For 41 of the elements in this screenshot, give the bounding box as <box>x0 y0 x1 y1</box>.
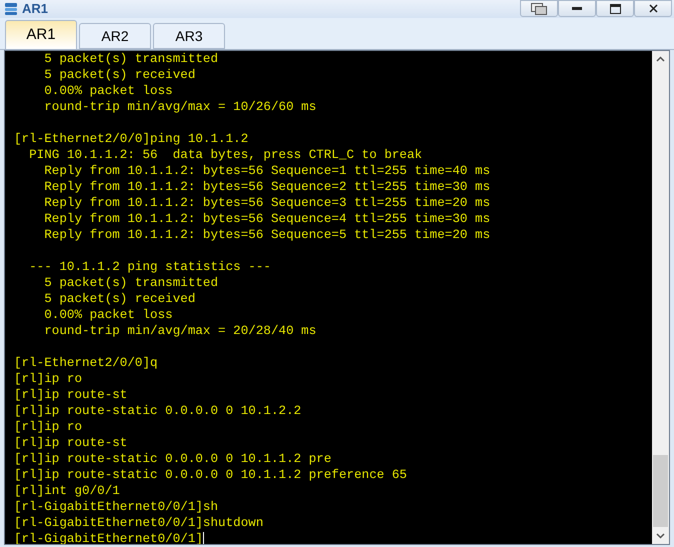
terminal-line: 5 packet(s) received <box>43 291 196 307</box>
window-title: AR1 <box>22 0 48 18</box>
terminal-line: PING 10.1.1.2: 56 data bytes, press CTRL_C to break <box>28 147 422 163</box>
terminal-line: [rl-Ethernet2/0/0]q <box>14 355 158 371</box>
maximize-button[interactable] <box>596 0 634 17</box>
terminal-line: Reply from 10.1.1.2: bytes=56 Sequence=4 ttl=255 time=30 ms <box>43 211 490 227</box>
restore-button[interactable] <box>520 0 558 17</box>
terminal-line: round-trip min/avg/max = 20/28/40 ms <box>43 323 316 339</box>
terminal-line: [rl]ip ro <box>14 419 82 435</box>
terminal-line: Reply from 10.1.1.2: bytes=56 Sequence=3 ttl=255 time=20 ms <box>43 195 490 211</box>
terminal-line: Reply from 10.1.1.2: bytes=56 Sequence=5 ttl=255 time=20 ms <box>43 227 490 243</box>
terminal-line: [rl]int g0/0/1 <box>14 483 120 499</box>
terminal-line: 0.00% packet loss <box>43 307 173 323</box>
terminal-line: [rl]ip route-st <box>14 435 128 451</box>
tab[interactable]: AR1 <box>5 20 77 49</box>
terminal-line: round-trip min/avg/max = 10/26/60 ms <box>43 99 316 115</box>
terminal-line: 5 packet(s) transmitted <box>43 275 218 291</box>
maximize-icon <box>610 4 620 14</box>
minimize-icon <box>572 7 582 10</box>
terminal-line: [rl-Ethernet2/0/0]ping 10.1.1.2 <box>14 131 248 147</box>
terminal-line: 0.00% packet loss <box>43 83 173 99</box>
terminal-line: Reply from 10.1.1.2: bytes=56 Sequence=1 ttl=255 time=40 ms <box>43 163 490 179</box>
app-icon <box>4 2 18 16</box>
terminal-line: [rl]ip route-static 0.0.0.0 0 10.1.1.2 pre <box>14 451 332 467</box>
terminal-line: [rl]ip ro <box>14 371 82 387</box>
terminal-line: Reply from 10.1.1.2: bytes=56 Sequence=2 ttl=255 time=30 ms <box>43 179 490 195</box>
scrollbar-thumb[interactable] <box>653 455 668 527</box>
close-icon <box>648 4 658 13</box>
terminal-line: 5 packet(s) transmitted <box>43 51 218 67</box>
terminal-line: --- 10.1.1.2 ping statistics --- <box>28 259 271 275</box>
terminal-line: [rl]ip route-static 0.0.0.0 0 10.1.1.2 preference 65 <box>14 467 407 483</box>
terminal-line: [rl-GigabitEthernet0/0/1]shutdown <box>14 515 264 531</box>
terminal-line: [rl]ip route-st <box>14 387 128 403</box>
restore-icon <box>531 2 547 14</box>
terminal-line: [rl-GigabitEthernet0/0/1]sh <box>14 499 218 515</box>
terminal-line: 5 packet(s) received <box>43 67 196 83</box>
tab[interactable]: AR3 <box>153 23 225 49</box>
tab[interactable]: AR2 <box>79 23 151 49</box>
terminal-line: [rl]ip route-static 0.0.0.0 0 10.1.2.2 <box>14 403 302 419</box>
minimize-button[interactable] <box>558 0 596 17</box>
close-button[interactable] <box>634 0 672 17</box>
